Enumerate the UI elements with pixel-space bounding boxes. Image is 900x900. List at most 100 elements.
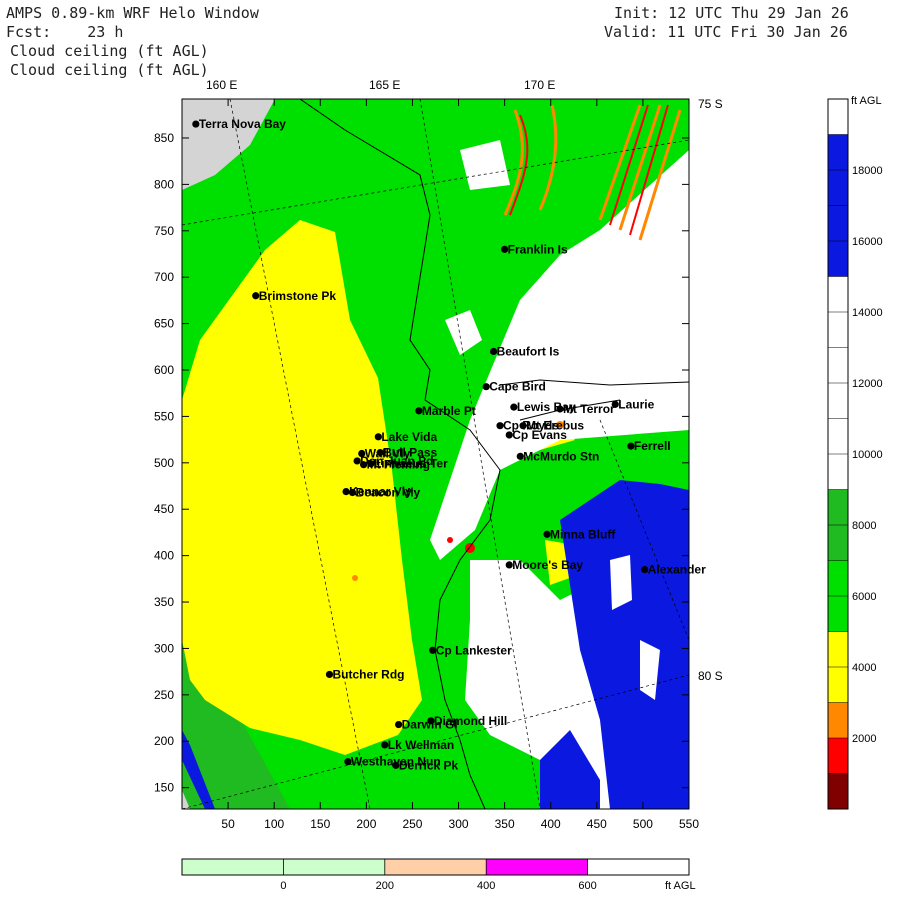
- station-label: Alexander: [648, 563, 706, 577]
- colorbar-tick-label: 2000: [852, 733, 876, 745]
- colorbar-swatch: [828, 134, 848, 170]
- colorbar-bottom-unit: ft AGL: [665, 880, 696, 892]
- y-tick-label: 200: [154, 734, 174, 748]
- station-label: Franklin Is: [508, 242, 568, 256]
- x-tick-label: 450: [587, 817, 607, 831]
- colorbar-ceiling-labels: 18000 16000 14000 12000 10000 8000 6000 4000 200…: [852, 165, 883, 745]
- y-tick-label: 550: [154, 409, 174, 423]
- station-label: Cape Bird: [489, 380, 546, 394]
- y-tick-label: 150: [154, 781, 174, 795]
- station-label: McMurdo Stn: [523, 449, 599, 463]
- colorbar-bottom-tick: 600: [578, 880, 596, 892]
- station-label: Beaufort Is: [497, 344, 560, 358]
- colorbar-low-ceiling-labels: 0 200 400 600: [280, 880, 596, 892]
- colorbar-tick-label: 18000: [852, 165, 883, 177]
- colorbar-swatch: [828, 738, 848, 774]
- y-tick-label: 800: [154, 177, 174, 191]
- lon-label-165e: 165 E: [369, 78, 400, 92]
- x-tick-label: 200: [356, 817, 376, 831]
- colorbar-bottom-swatch: [486, 859, 588, 875]
- lat-label-80s: 80 S: [698, 669, 723, 683]
- colorbar-swatch: [828, 773, 848, 809]
- colorbar-tick-label: 4000: [852, 662, 876, 674]
- station-label: Brimstone Pk: [259, 289, 337, 303]
- colorbar-swatch: [828, 312, 848, 348]
- x-tick-label: 100: [264, 817, 284, 831]
- lon-label-160e: 160 E: [206, 78, 237, 92]
- colorbar-bottom-swatch: [587, 859, 689, 875]
- y-tick-label: 350: [154, 595, 174, 609]
- colorbar-swatch: [828, 525, 848, 561]
- x-tick-label: 150: [310, 817, 330, 831]
- y-tick-label: 500: [154, 456, 174, 470]
- y-tick-labels: 850 800 750 700 650 600 550 500 450 400 350 300 250 2…: [154, 131, 174, 795]
- station-label: Lk Wellman: [388, 738, 454, 752]
- y-tick-label: 450: [154, 502, 174, 516]
- y-tick-label: 750: [154, 224, 174, 238]
- colorbar-swatch: [828, 99, 848, 135]
- colorbar-swatch: [828, 383, 848, 419]
- y-tick-label: 300: [154, 641, 174, 655]
- y-tick-label: 850: [154, 131, 174, 145]
- y-tick-label: 650: [154, 317, 174, 331]
- colorbar-tick-label: 12000: [852, 378, 883, 390]
- station-label: Mt Terror: [563, 402, 615, 416]
- colorbar-bottom-swatch: [283, 859, 385, 875]
- station-label: Cp Lankester: [436, 643, 512, 657]
- colorbar-swatch: [828, 596, 848, 632]
- station-label: Darwin Gl: [402, 718, 458, 732]
- colorbar-low-ceiling: [182, 859, 689, 875]
- x-tick-labels: 50 100 150 200 250 300 350 400 450 500 550: [221, 817, 699, 831]
- x-tick-label: 250: [402, 817, 422, 831]
- colorbar-swatch: [828, 489, 848, 525]
- colorbar-bottom-tick: 400: [477, 880, 495, 892]
- station-label: Derrick Pk: [399, 758, 459, 772]
- y-tick-label: 700: [154, 270, 174, 284]
- colorbar-swatch: [828, 418, 848, 454]
- station-label: Linnaeus Ter: [374, 457, 448, 471]
- station-label: Laurie: [618, 397, 654, 411]
- x-tick-label: 300: [449, 817, 469, 831]
- colorbar-swatch: [828, 276, 848, 312]
- colorbar-tick-label: 6000: [852, 591, 876, 603]
- station-label: Beacon Vly: [356, 486, 421, 500]
- station-label: Butcher Rdg: [332, 667, 404, 681]
- y-tick-label: 600: [154, 363, 174, 377]
- station-label: Lake Vida: [381, 430, 437, 444]
- colorbar-swatch: [828, 667, 848, 703]
- colorbar-swatch: [828, 560, 848, 596]
- colorbar-tick-label: 8000: [852, 520, 876, 532]
- x-tick-label: 500: [633, 817, 653, 831]
- station-label: Terra Nova Bay: [199, 117, 286, 131]
- station-label: Marble Pt: [422, 404, 476, 418]
- cloud-ceiling-map: 50 100 150 200 250 300 350 400 450 500 550 850 800 7…: [154, 78, 883, 892]
- colorbar-bottom-tick: 0: [280, 880, 286, 892]
- colorbar-swatch: [828, 170, 848, 206]
- colorbar-swatch: [828, 347, 848, 383]
- y-tick-label: 250: [154, 688, 174, 702]
- colorbar-swatch: [828, 205, 848, 241]
- y-tick-label: 400: [154, 549, 174, 563]
- colorbar-tick-label: 10000: [852, 449, 883, 461]
- colorbar-swatch: [828, 454, 848, 490]
- lat-label-75s: 75 S: [698, 97, 723, 111]
- colorbar-swatch: [828, 631, 848, 667]
- station-label: Minna Bluff: [550, 527, 616, 541]
- station-label: Ferrell: [634, 439, 671, 453]
- station-label: Cp Evans: [512, 428, 567, 442]
- colorbar-swatch: [828, 702, 848, 738]
- colorbar-ceiling: [828, 99, 848, 809]
- station-label: Moore's Bay: [512, 558, 583, 572]
- x-tick-label: 550: [679, 817, 699, 831]
- colorbar-tick-label: 14000: [852, 307, 883, 319]
- colorbar-unit: ft AGL: [851, 95, 882, 107]
- colorbar-bottom-swatch: [182, 859, 284, 875]
- colorbar-tick-label: 16000: [852, 236, 883, 248]
- x-tick-label: 400: [541, 817, 561, 831]
- lon-label-170e: 170 E: [524, 78, 555, 92]
- colorbar-swatch: [828, 241, 848, 277]
- x-tick-label: 50: [221, 817, 235, 831]
- colorbar-bottom-tick: 200: [376, 880, 394, 892]
- colorbar-bottom-swatch: [384, 859, 487, 875]
- x-tick-label: 350: [495, 817, 515, 831]
